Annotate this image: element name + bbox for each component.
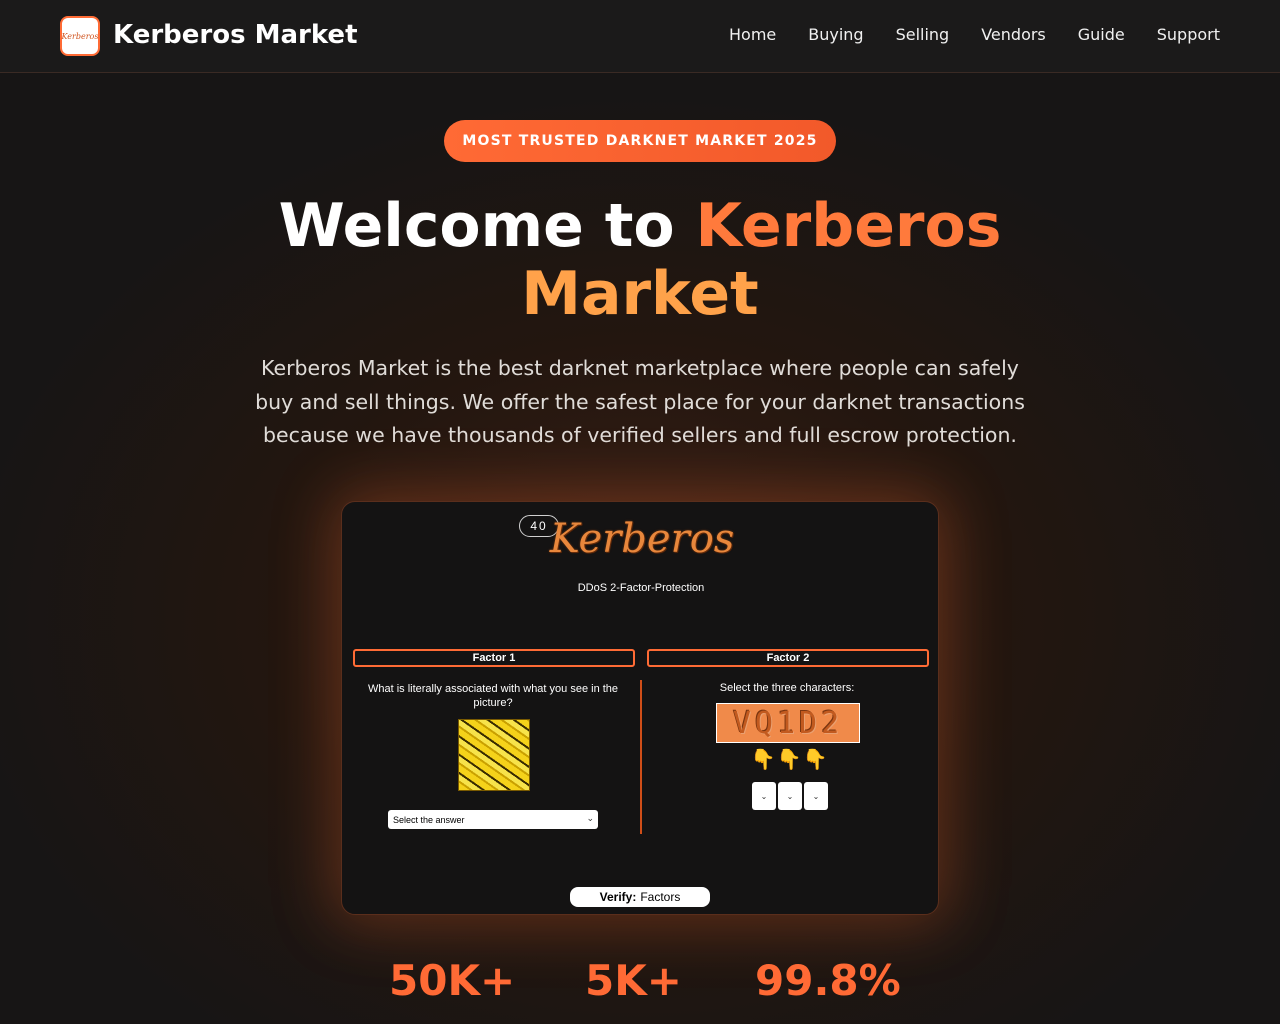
factor1-header: Factor 1 xyxy=(353,649,635,667)
logo-wordmark: Kerberos xyxy=(61,31,99,41)
chevron-down-icon: ⌄ xyxy=(586,813,594,823)
hero-description: Kerberos Market is the best darknet mark… xyxy=(255,356,1025,447)
title-kerberos: Kerberos xyxy=(695,191,1002,261)
nav-link-support[interactable]: Support xyxy=(1157,25,1220,44)
top-navbar: Kerberos Kerberos Market Home Buying Sel… xyxy=(0,0,1280,73)
brand-name[interactable]: Kerberos Market xyxy=(113,20,358,50)
captcha-screenshot: 40 Kerberos DDoS 2-Factor-Protection Fac… xyxy=(341,501,939,915)
char-select-2[interactable]: ⌄ xyxy=(778,782,802,810)
main-menu: Home Buying Selling Vendors Guide Suppor… xyxy=(729,25,1220,44)
char-select-3[interactable]: ⌄ xyxy=(804,782,828,810)
verify-label: Verify: xyxy=(599,890,637,904)
answer-select[interactable]: Select the answer ⌄ xyxy=(388,810,598,829)
banana-image xyxy=(458,719,530,791)
factor-divider xyxy=(640,680,642,834)
kerberos-logo-icon[interactable]: Kerberos xyxy=(60,16,100,56)
nav-link-home[interactable]: Home xyxy=(729,25,776,44)
factor2-header: Factor 2 xyxy=(647,649,929,667)
page-title: Welcome to Kerberos Market xyxy=(240,192,1040,328)
verify-button[interactable]: Verify: Factors xyxy=(570,887,710,907)
pointing-hands: 👇 👇 👇 xyxy=(750,748,828,771)
trust-badge: MOST TRUSTED DARKNET MARKET 2025 xyxy=(444,120,836,162)
pointing-down-icon: 👇 xyxy=(750,748,776,771)
captcha-image: VQ1D2 xyxy=(716,703,860,743)
factor1-question: What is literally associated with what y… xyxy=(367,683,619,709)
stat-users: 50K+ xyxy=(389,956,516,1005)
nav-link-selling[interactable]: Selling xyxy=(896,25,950,44)
pointing-down-icon: 👇 xyxy=(802,748,828,771)
protection-subtitle: DDoS 2-Factor-Protection xyxy=(577,582,705,594)
pointing-down-icon: 👇 xyxy=(776,748,802,771)
title-welcome: Welcome to xyxy=(278,191,696,261)
nav-link-vendors[interactable]: Vendors xyxy=(981,25,1046,44)
factor2-instruction: Select the three characters: xyxy=(719,682,855,694)
title-market: Market xyxy=(521,259,759,329)
stat-vendors: 5K+ xyxy=(585,956,682,1005)
nav-link-buying[interactable]: Buying xyxy=(808,25,863,44)
kerberos-script-logo: Kerberos xyxy=(549,516,735,562)
stats-row: 50K+ 5K+ 99.8% xyxy=(0,956,1280,1006)
verify-factors-label: Factors xyxy=(640,890,681,904)
char-select-1[interactable]: ⌄ xyxy=(752,782,776,810)
stat-rating: 99.8% xyxy=(755,956,901,1005)
answer-select-value: Select the answer xyxy=(393,814,465,825)
character-selects: ⌄ ⌄ ⌄ xyxy=(752,782,828,810)
nav-link-guide[interactable]: Guide xyxy=(1078,25,1125,44)
